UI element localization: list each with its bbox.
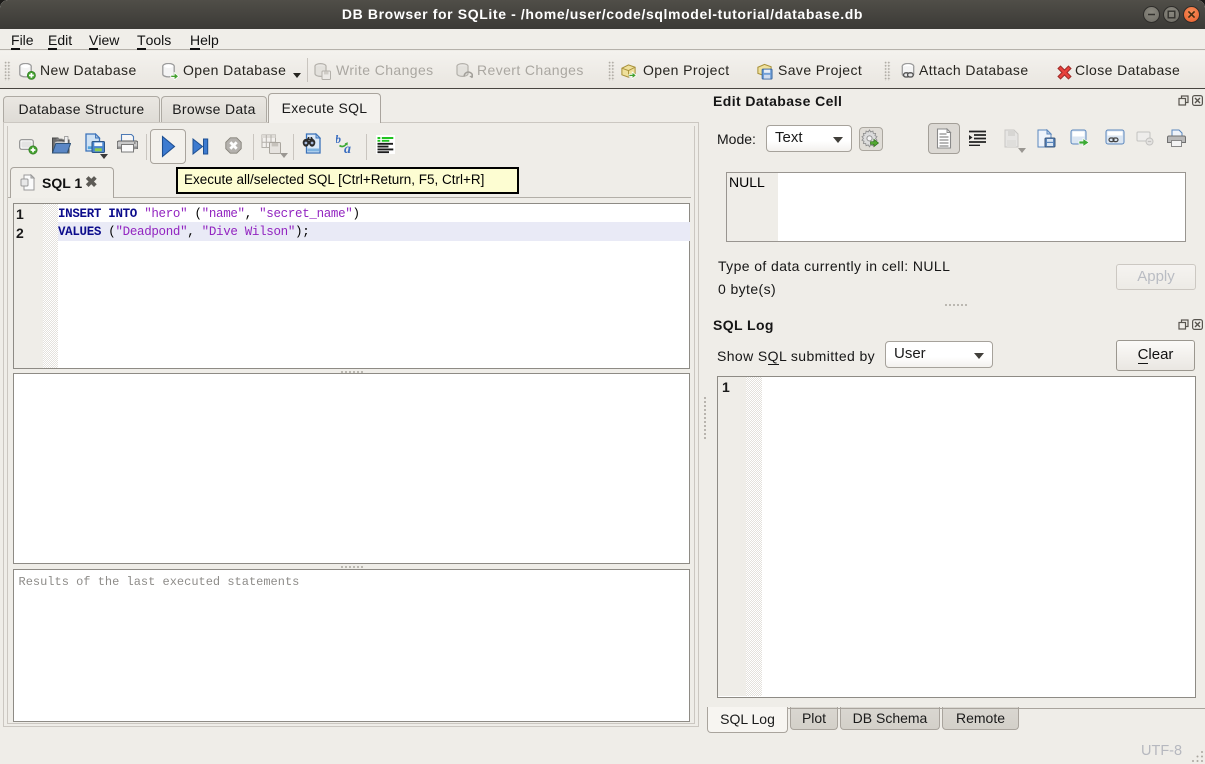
svg-text:b: b — [336, 133, 341, 146]
